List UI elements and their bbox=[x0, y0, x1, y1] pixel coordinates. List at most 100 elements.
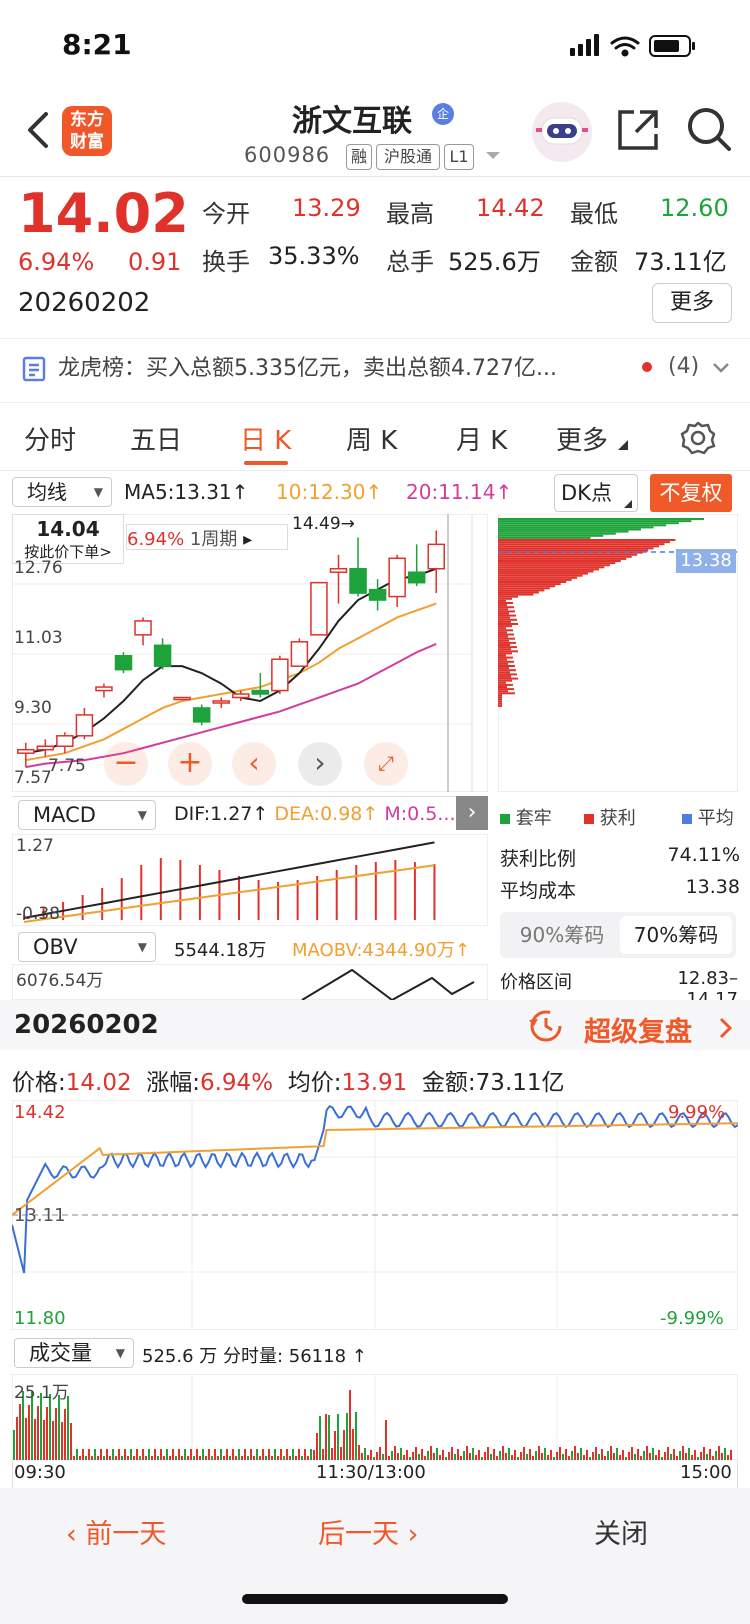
chip-bar bbox=[498, 566, 605, 569]
dragon-tiger-row[interactable]: 龙虎榜：买入总额5.335亿元，卖出总额4.727亿... bbox=[58, 350, 698, 382]
tab-70-chip[interactable]: 70%筹码 bbox=[620, 916, 732, 954]
m-value: M:0.5... bbox=[384, 803, 456, 825]
chip-bar bbox=[498, 658, 507, 661]
prev-day-button[interactable]: ‹ 前一天 bbox=[66, 1512, 166, 1551]
macd-y-top: 1.27 bbox=[16, 836, 54, 856]
fullscreen-icon[interactable]: ⤢ bbox=[364, 742, 408, 786]
chip-bar bbox=[498, 616, 510, 619]
dk-label: DK点 bbox=[561, 481, 612, 505]
intraday-chart[interactable] bbox=[12, 1100, 738, 1330]
volume-select[interactable]: 成交量 ▼ bbox=[14, 1338, 134, 1368]
quote-date: 20260202 bbox=[18, 288, 151, 318]
chip-bar bbox=[498, 568, 599, 571]
candle-body bbox=[368, 588, 387, 601]
chip-bar bbox=[498, 648, 511, 651]
close-button[interactable]: 关闭 bbox=[594, 1512, 648, 1551]
chevron-right-icon[interactable] bbox=[718, 1016, 734, 1040]
no-adjust-button[interactable]: 不复权 bbox=[650, 474, 732, 512]
candle-body bbox=[114, 654, 133, 671]
tab-90-chip[interactable]: 90%筹码 bbox=[506, 920, 618, 950]
low-value: 12.60 bbox=[660, 194, 729, 222]
pct-label: 涨幅: bbox=[146, 1070, 200, 1096]
chip-bar bbox=[498, 591, 539, 594]
avg-cost-value: 13.38 bbox=[685, 876, 740, 898]
chip-bar bbox=[498, 681, 506, 684]
intraday-volume-chart bbox=[12, 1374, 738, 1460]
price-label: 价格: bbox=[12, 1070, 66, 1096]
chip-bar bbox=[498, 623, 518, 625]
intraday-volume-value: 525.6 万 分时量: 56118 bbox=[142, 1346, 347, 1367]
candle-body bbox=[17, 748, 35, 754]
document-icon bbox=[22, 356, 46, 382]
candle-body bbox=[173, 696, 191, 701]
chip-bar bbox=[498, 625, 512, 628]
chip-bar bbox=[498, 662, 508, 665]
chip-bar bbox=[498, 597, 512, 600]
amount-label: 金额 bbox=[570, 248, 618, 276]
candle-body bbox=[56, 735, 74, 747]
tab-monthly-k[interactable]: 月 K bbox=[456, 420, 507, 457]
tab-5day[interactable]: 五日 bbox=[130, 420, 182, 457]
chip-bar bbox=[498, 629, 513, 632]
share-icon[interactable] bbox=[616, 108, 660, 152]
move-right-button[interactable]: › bbox=[298, 742, 342, 786]
avg-label: 均价: bbox=[287, 1070, 342, 1096]
zoom-out-button[interactable]: − bbox=[104, 742, 148, 786]
obv-select[interactable]: OBV ▼ bbox=[18, 932, 156, 962]
chip-bar bbox=[498, 665, 515, 667]
wifi-icon bbox=[610, 36, 640, 57]
move-left-button[interactable]: ‹ bbox=[232, 742, 276, 786]
chip-bar bbox=[498, 549, 649, 552]
chip-bar bbox=[498, 667, 509, 670]
chip-bar bbox=[498, 545, 660, 548]
chip-bar bbox=[498, 595, 518, 598]
volume-value: 525.6万 bbox=[448, 248, 541, 276]
chip-bar bbox=[498, 652, 512, 655]
expand-icon[interactable] bbox=[712, 362, 730, 374]
high-value: 14.42 bbox=[476, 194, 545, 222]
tab-daily-k[interactable]: 日 K bbox=[240, 420, 291, 457]
period-tip[interactable]: 6.94% 1周期 ▸ bbox=[126, 524, 288, 550]
chip-bar bbox=[498, 572, 589, 575]
legend-profit: 获利 bbox=[584, 804, 636, 830]
ma-select-label: 均线 bbox=[27, 480, 67, 504]
time-close: 15:00 bbox=[680, 1462, 732, 1483]
back-icon[interactable] bbox=[24, 110, 54, 150]
legend-average-label: 平均 bbox=[697, 808, 734, 829]
tab-intraday[interactable]: 分时 bbox=[24, 420, 76, 457]
stock-title[interactable]: 浙文互联 bbox=[292, 96, 412, 140]
expand-panel-icon[interactable]: › bbox=[456, 796, 488, 830]
search-icon[interactable] bbox=[686, 106, 732, 152]
low-label: 最低 bbox=[570, 200, 618, 228]
chip-bar bbox=[498, 633, 514, 636]
chip-bar bbox=[498, 631, 507, 634]
tab-weekly-k[interactable]: 周 K bbox=[346, 420, 397, 457]
super-replay-link[interactable]: 超级复盘 bbox=[584, 1010, 692, 1049]
history-icon[interactable] bbox=[526, 1008, 564, 1044]
chip-bar bbox=[498, 606, 514, 609]
chip-bar bbox=[498, 522, 679, 525]
high-marker: 14.49→ bbox=[292, 514, 355, 534]
next-day-button[interactable]: 后一天 › bbox=[318, 1512, 418, 1551]
more-quote-button[interactable]: 更多 bbox=[652, 283, 732, 323]
ma-select[interactable]: 均线 ▼ bbox=[12, 477, 112, 507]
chip-bar bbox=[498, 660, 514, 663]
chip-bar bbox=[498, 612, 509, 615]
tab-more[interactable]: 更多 bbox=[556, 420, 608, 457]
chip-bar bbox=[498, 654, 506, 657]
open-label: 今开 bbox=[202, 200, 250, 228]
settings-icon[interactable] bbox=[680, 420, 716, 456]
price-tip[interactable]: 14.04 按此价下单> bbox=[12, 514, 124, 564]
chip-bar bbox=[498, 578, 572, 581]
dea-text: DEA:0.98↑ bbox=[274, 803, 379, 825]
chip-bar bbox=[498, 599, 506, 602]
macd-select[interactable]: MACD ▼ bbox=[18, 800, 156, 830]
chevron-down-icon[interactable] bbox=[484, 150, 502, 162]
robot-avatar-icon[interactable] bbox=[530, 100, 594, 164]
avg-value: 13.91 bbox=[341, 1070, 408, 1096]
caret-icon: ▼ bbox=[137, 808, 147, 822]
chip-bar bbox=[498, 704, 502, 707]
candle-body bbox=[290, 641, 309, 667]
macd-select-label: MACD bbox=[33, 803, 96, 827]
zoom-in-button[interactable]: + bbox=[168, 742, 212, 786]
